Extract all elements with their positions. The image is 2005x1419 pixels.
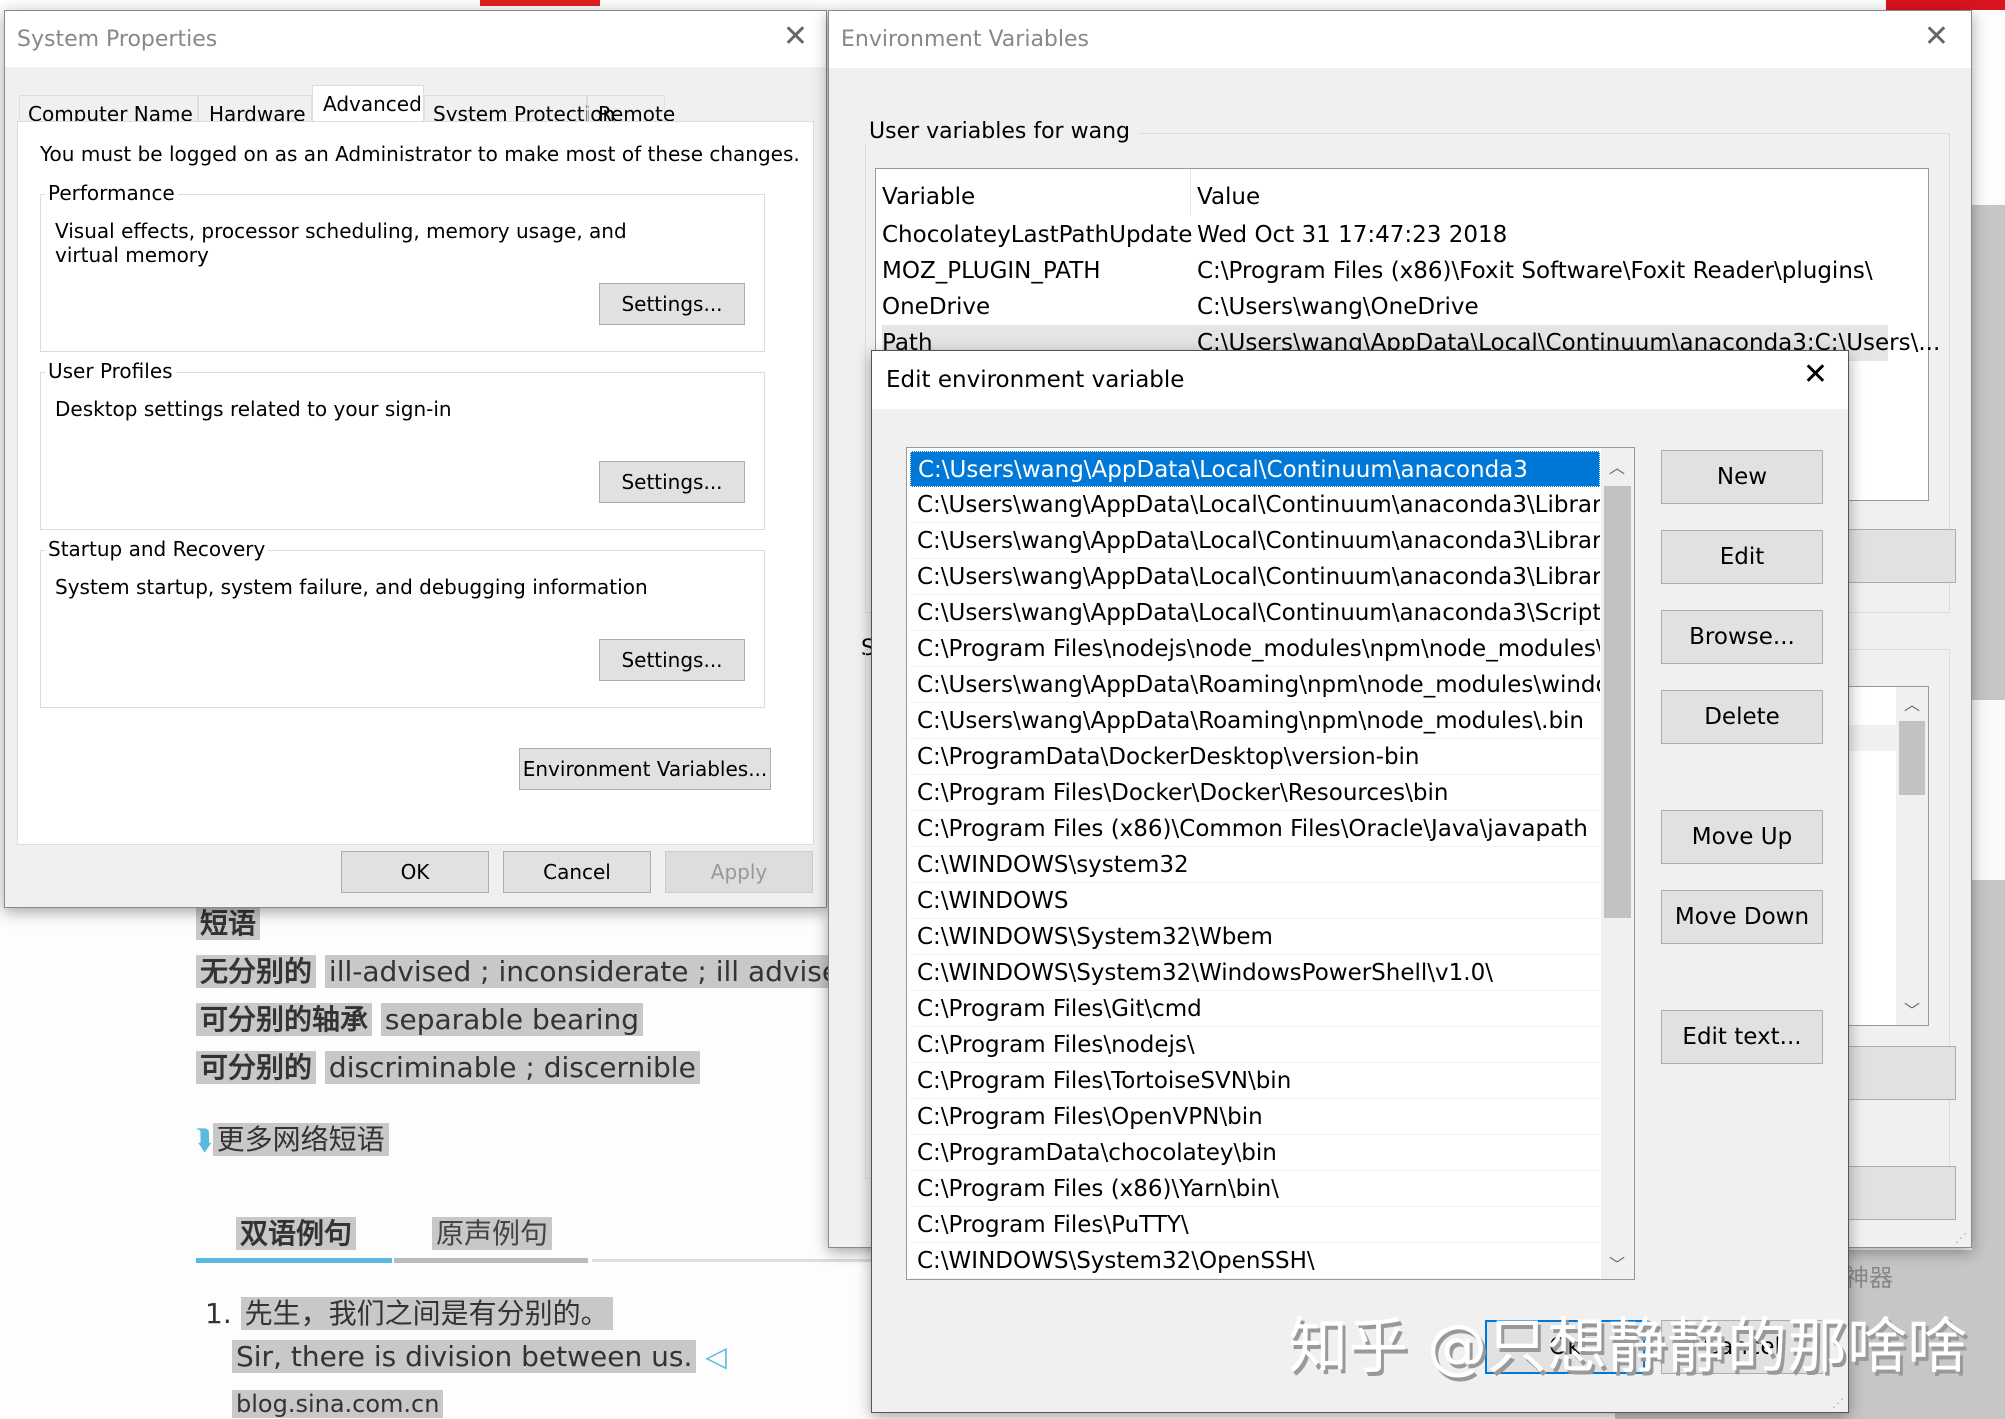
column-variable[interactable]: Variable <box>882 179 975 215</box>
edit-environment-variable-dialog: Edit environment variable ✕ C:\Users\wang… <box>871 350 1849 1413</box>
edit-text-button[interactable]: Edit text... <box>1661 1010 1823 1064</box>
startup-settings-button[interactable]: Settings... <box>599 639 745 681</box>
group-performance: Performance Visual effects, processor sch… <box>40 181 765 352</box>
table-row[interactable]: OneDrive C:\Users\wang\OneDrive <box>882 289 1888 325</box>
title-bar: Environment Variables ✕ <box>829 11 1971 68</box>
phrase-item[interactable]: 可分别的轴承 separable bearing <box>196 998 861 1046</box>
example-source[interactable]: blog.sina.com.cn <box>232 1390 444 1418</box>
path-list-item[interactable]: C:\WINDOWS\System32\WindowsPowerShell\v1… <box>910 955 1600 991</box>
column-divider <box>1190 169 1191 215</box>
scroll-thumb[interactable] <box>1899 721 1925 795</box>
phrase-item[interactable]: 可分别的 discriminable ; discernible <box>196 1046 861 1094</box>
path-list-item[interactable]: C:\WINDOWS\System32\Wbem <box>910 919 1600 955</box>
path-list-item[interactable]: C:\ProgramData\DockerDesktop\version-bin <box>910 739 1600 775</box>
scroll-up-icon[interactable]: ︿ <box>1904 691 1920 715</box>
path-rows: C:\Users\wang\AppData\Local\Continuum\an… <box>910 451 1634 1279</box>
path-list-item[interactable]: C:\Users\wang\AppData\Local\Continuum\an… <box>910 487 1600 523</box>
ok-button[interactable]: OK <box>341 851 489 893</box>
delete-button[interactable]: Delete <box>1661 690 1823 744</box>
close-icon[interactable]: ✕ <box>1803 357 1828 392</box>
resize-grip-icon[interactable]: ⋰ <box>1955 1231 1967 1245</box>
speaker-icon[interactable]: ◁ <box>705 1340 727 1373</box>
tab-underline-active <box>196 1258 392 1263</box>
scroll-up-icon[interactable]: ︿ <box>1609 454 1625 478</box>
path-list-item[interactable]: C:\Program Files\nodejs\node_modules\npm… <box>910 631 1600 667</box>
resize-grip-icon[interactable]: ⋰ <box>1832 1396 1844 1410</box>
column-value[interactable]: Value <box>1197 179 1260 215</box>
cancel-button[interactable]: Cancel <box>503 851 651 893</box>
admin-notice: You must be logged on as an Administrato… <box>40 142 800 166</box>
scrollbar[interactable]: ︿ ﹀ <box>1896 687 1928 1025</box>
double-chevron-down-icon: ⮯ <box>196 1123 213 1156</box>
close-icon[interactable]: ✕ <box>783 19 808 54</box>
right-white-strip <box>1972 700 2005 880</box>
path-list[interactable]: C:\Users\wang\AppData\Local\Continuum\an… <box>906 447 1635 1280</box>
phrase-list: 无分别的 ill-advised ; inconsiderate ; ill a… <box>196 950 861 1094</box>
cancel-button[interactable]: Cancel <box>1661 1320 1823 1374</box>
path-list-item[interactable]: C:\Program Files\PuTTY\ <box>910 1207 1600 1243</box>
move-down-button[interactable]: Move Down <box>1661 890 1823 944</box>
table-row[interactable]: MOZ_PLUGIN_PATH C:\Program Files (x86)\Fo… <box>882 253 1888 289</box>
browse-button[interactable]: Browse... <box>1661 610 1823 664</box>
path-list-item[interactable]: C:\ProgramData\chocolatey\bin <box>910 1135 1600 1171</box>
environment-variables-button[interactable]: Environment Variables... <box>519 748 771 790</box>
dialog-title: Edit environment variable <box>886 367 1185 393</box>
path-list-item[interactable]: C:\Users\wang\AppData\Local\Continuum\an… <box>910 451 1600 487</box>
scroll-thumb[interactable] <box>1604 486 1631 918</box>
phrases-heading: 短语 <box>196 902 261 942</box>
path-list-item[interactable]: C:\Users\wang\AppData\Local\Continuum\an… <box>910 523 1600 559</box>
move-up-button[interactable]: Move Up <box>1661 810 1823 864</box>
more-phrases-link[interactable]: ⮯ 更多网络短语 <box>196 1118 389 1158</box>
user-variables-label: User variables for wang <box>861 119 1138 144</box>
window-title: Environment Variables <box>841 27 1090 52</box>
tab-original[interactable]: 原声例句 <box>432 1212 553 1252</box>
table-header: Variable Value <box>882 179 1888 215</box>
top-red-fragment <box>480 0 600 6</box>
path-list-item[interactable]: C:\Users\wang\AppData\Roaming\npm\node_m… <box>910 667 1600 703</box>
path-list-item[interactable]: C:\Users\wang\AppData\Local\Continuum\an… <box>910 559 1600 595</box>
path-list-item[interactable]: C:\Program Files (x86)\Common Files\Orac… <box>910 811 1600 847</box>
group-user-profiles: User Profiles Desktop settings related to… <box>40 359 765 530</box>
tab-underline <box>394 1258 588 1263</box>
tab-bilingual[interactable]: 双语例句 <box>236 1212 357 1252</box>
performance-settings-button[interactable]: Settings... <box>599 283 745 325</box>
example-en: Sir, there is division between us. ◁ <box>232 1340 727 1373</box>
new-button[interactable]: New <box>1661 450 1823 504</box>
ok-button[interactable]: Ok <box>1485 1320 1645 1374</box>
path-list-item[interactable]: C:\Users\wang\AppData\Local\Continuum\an… <box>910 595 1600 631</box>
system-properties-window: System Properties ✕ Computer Name Hardwar… <box>4 10 827 908</box>
title-bar: Edit environment variable ✕ <box>872 351 1848 409</box>
scrollbar[interactable]: ︿ ﹀ <box>1601 448 1634 1279</box>
user-profiles-settings-button[interactable]: Settings... <box>599 461 745 503</box>
close-icon[interactable]: ✕ <box>1924 19 1949 54</box>
path-list-item[interactable]: C:\Program Files\Docker\Docker\Resources… <box>910 775 1600 811</box>
scroll-down-icon[interactable]: ﹀ <box>1904 997 1920 1021</box>
top-red-corner <box>1886 0 2005 10</box>
title-bar: System Properties ✕ <box>5 11 826 67</box>
tab-panel: You must be logged on as an Administrato… <box>17 121 814 845</box>
group-startup-recovery: Startup and Recovery System startup, syst… <box>40 537 765 708</box>
table-row[interactable]: ChocolateyLastPathUpdate Wed Oct 31 17:47… <box>882 217 1888 253</box>
example-zh: 1. 先生，我们之间是有分别的。 <box>205 1292 613 1332</box>
side-text: 神器 <box>1845 1264 1893 1292</box>
path-list-item[interactable]: C:\Program Files (x86)\Yarn\bin\ <box>910 1171 1600 1207</box>
path-list-item[interactable]: C:\Program Files\OpenVPN\bin <box>910 1099 1600 1135</box>
path-list-item[interactable]: C:\Users\wang\AppData\Roaming\npm\node_m… <box>910 703 1600 739</box>
phrase-item[interactable]: 无分别的 ill-advised ; inconsiderate ; ill a… <box>196 950 861 998</box>
path-list-item[interactable]: C:\Program Files\nodejs\ <box>910 1027 1600 1063</box>
apply-button[interactable]: Apply <box>665 851 813 893</box>
path-list-item[interactable]: C:\Program Files\Git\cmd <box>910 991 1600 1027</box>
scroll-down-icon[interactable]: ﹀ <box>1609 1251 1625 1275</box>
window-title: System Properties <box>17 27 218 52</box>
path-list-item[interactable]: C:\WINDOWS <box>910 883 1600 919</box>
path-list-item[interactable]: C:\WINDOWS\system32 <box>910 847 1600 883</box>
edit-button[interactable]: Edit <box>1661 530 1823 584</box>
path-list-item[interactable]: C:\WINDOWS\System32\OpenSSH\ <box>910 1243 1600 1279</box>
path-list-item[interactable]: C:\Program Files\TortoiseSVN\bin <box>910 1063 1600 1099</box>
